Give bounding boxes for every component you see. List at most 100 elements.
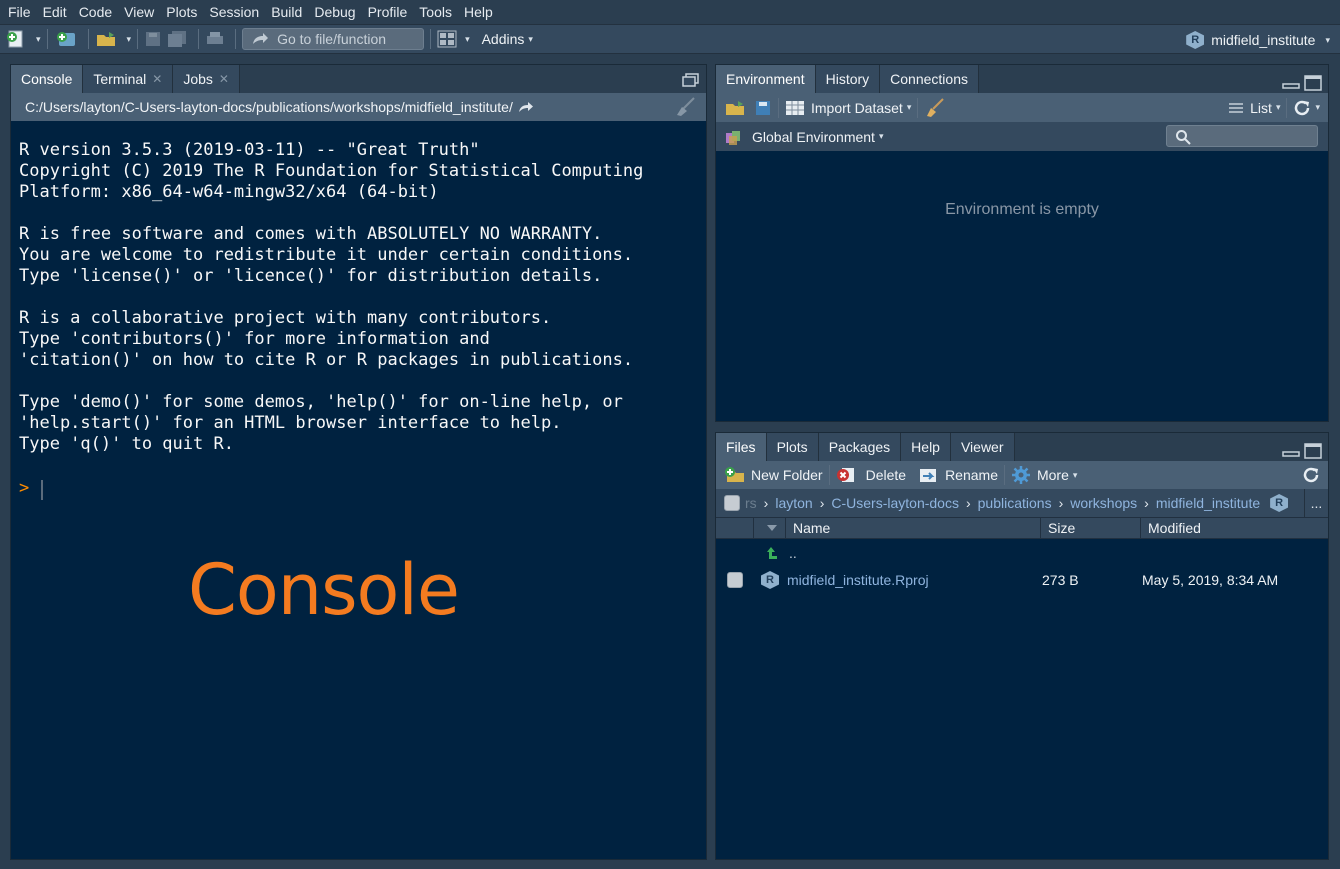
- addins-menu[interactable]: Addins: [482, 31, 525, 47]
- refresh-dropdown-icon[interactable]: ▾: [1315, 102, 1320, 113]
- breadcrumb-item[interactable]: publications: [978, 495, 1052, 511]
- files-pane: Files Plots Packages Help Viewer New Fol…: [715, 432, 1329, 860]
- working-directory-path[interactable]: C:/Users/layton/C-Users-layton-docs/publ…: [25, 99, 513, 115]
- menu-edit[interactable]: Edit: [37, 4, 73, 20]
- environment-search-input[interactable]: [1166, 125, 1318, 147]
- breadcrumb-separator-icon: ›: [819, 495, 825, 511]
- addins-dropdown-icon[interactable]: ▾: [528, 34, 533, 45]
- tab-plots[interactable]: Plots: [766, 433, 819, 461]
- minimize-pane-icon[interactable]: [1282, 75, 1300, 89]
- refresh-icon[interactable]: [1293, 99, 1311, 117]
- tab-help-label: Help: [911, 439, 940, 455]
- menu-code[interactable]: Code: [73, 4, 118, 20]
- menu-build[interactable]: Build: [265, 4, 308, 20]
- file-name-link[interactable]: midfield_institute.Rproj: [787, 572, 1042, 588]
- refresh-files-icon[interactable]: [1302, 466, 1320, 484]
- menu-profile[interactable]: Profile: [362, 4, 414, 20]
- goto-file-function-input[interactable]: Go to file/function: [242, 28, 425, 50]
- tab-plots-label: Plots: [776, 439, 808, 455]
- maximize-pane-icon[interactable]: [1304, 443, 1322, 459]
- delete-label: Delete: [865, 467, 907, 483]
- open-file-icon[interactable]: [95, 28, 119, 50]
- close-icon[interactable]: ✕: [152, 72, 162, 86]
- delete-button[interactable]: Delete: [836, 466, 906, 484]
- new-file-icon[interactable]: [6, 28, 28, 50]
- column-modified[interactable]: Modified: [1141, 518, 1328, 538]
- new-project-icon[interactable]: [54, 28, 78, 50]
- close-icon[interactable]: ✕: [219, 72, 229, 86]
- breadcrumb-item[interactable]: workshops: [1070, 495, 1137, 511]
- tab-console[interactable]: Console: [11, 65, 84, 93]
- tab-history-label: History: [825, 71, 870, 87]
- project-menu[interactable]: R midfield_institute ▾: [1186, 25, 1330, 55]
- tab-environment[interactable]: Environment: [716, 65, 816, 93]
- file-modified: May 5, 2019, 8:34 AM: [1142, 572, 1279, 588]
- more-menu-button[interactable]: More ▾: [1011, 465, 1077, 485]
- minimize-pane-icon[interactable]: [1282, 443, 1300, 457]
- global-environment-selector[interactable]: Global Environment: [752, 129, 875, 145]
- new-folder-button[interactable]: New Folder: [724, 466, 823, 484]
- files-table-header: Name Size Modified: [716, 517, 1328, 539]
- tab-viewer[interactable]: Viewer: [950, 433, 1015, 461]
- tab-connections[interactable]: Connections: [880, 65, 979, 93]
- rename-icon: [920, 469, 937, 482]
- tab-jobs[interactable]: Jobs ✕: [173, 65, 240, 93]
- breadcrumb-item[interactable]: midfield_institute: [1156, 495, 1260, 511]
- rename-button[interactable]: Rename: [918, 466, 998, 484]
- clear-workspace-broom-icon[interactable]: [924, 97, 946, 118]
- console-input-cursor[interactable]: [41, 480, 43, 500]
- menu-help[interactable]: Help: [458, 4, 499, 20]
- environment-tabs: Environment History Connections: [716, 65, 1328, 93]
- list-view-dropdown-icon[interactable]: ▾: [1276, 102, 1281, 113]
- print-icon[interactable]: [205, 28, 225, 50]
- project-label: midfield_institute: [1211, 32, 1316, 48]
- sort-icon[interactable]: [754, 518, 786, 538]
- menu-file[interactable]: File: [2, 4, 37, 20]
- list-view-toggle[interactable]: List: [1250, 100, 1272, 116]
- tab-files-label: Files: [726, 439, 756, 455]
- save-all-icon[interactable]: [166, 28, 188, 50]
- column-name[interactable]: Name: [786, 518, 1041, 538]
- tab-terminal[interactable]: Terminal ✕: [83, 65, 174, 93]
- parent-directory-link[interactable]: ..: [789, 545, 797, 561]
- r-project-icon[interactable]: R: [1270, 494, 1289, 512]
- pane-layout-dropdown-icon[interactable]: ▾: [465, 34, 470, 45]
- menu-session[interactable]: Session: [203, 4, 265, 20]
- clear-console-broom-icon[interactable]: [674, 97, 698, 117]
- tab-history[interactable]: History: [815, 65, 881, 93]
- breadcrumb-item[interactable]: C-Users-layton-docs: [831, 495, 959, 511]
- breadcrumb-item[interactable]: layton: [775, 495, 812, 511]
- maximize-pane-icon[interactable]: [1304, 75, 1322, 91]
- import-dataset-button[interactable]: Import Dataset: [811, 100, 903, 116]
- save-icon[interactable]: [144, 28, 162, 50]
- menu-debug[interactable]: Debug: [308, 4, 361, 20]
- more-path-button[interactable]: ...: [1304, 489, 1328, 517]
- import-dataset-icon[interactable]: [785, 100, 805, 116]
- environment-scope-dropdown-icon[interactable]: ▾: [879, 131, 884, 142]
- row-checkbox[interactable]: [727, 572, 743, 588]
- load-workspace-icon[interactable]: [724, 98, 748, 118]
- open-file-dropdown-icon[interactable]: ▾: [127, 34, 132, 45]
- import-dataset-dropdown-icon[interactable]: ▾: [907, 102, 912, 113]
- go-to-directory-icon[interactable]: [518, 101, 534, 113]
- tab-files[interactable]: Files: [716, 433, 767, 461]
- select-all-checkbox[interactable]: [724, 495, 740, 511]
- menu-plots[interactable]: Plots: [160, 4, 203, 20]
- up-arrow-icon: [767, 547, 777, 559]
- goto-placeholder: Go to file/function: [277, 31, 387, 47]
- tab-help[interactable]: Help: [901, 433, 951, 461]
- tab-packages-label: Packages: [828, 439, 891, 455]
- new-file-dropdown-icon[interactable]: ▾: [36, 34, 41, 45]
- breadcrumb-home[interactable]: rs: [745, 495, 757, 511]
- table-row[interactable]: R midfield_institute.Rproj 273 B May 5, …: [716, 566, 1328, 594]
- tab-packages[interactable]: Packages: [818, 433, 902, 461]
- project-dropdown-icon: ▾: [1325, 34, 1330, 45]
- parent-directory-row[interactable]: ..: [716, 539, 1328, 567]
- restore-pane-icon[interactable]: [682, 73, 700, 87]
- save-workspace-icon[interactable]: [754, 99, 772, 117]
- pane-layout-icon[interactable]: [437, 28, 457, 50]
- menu-view[interactable]: View: [118, 4, 160, 20]
- menu-tools[interactable]: Tools: [413, 4, 458, 20]
- more-dropdown-icon: ▾: [1072, 469, 1078, 480]
- column-size[interactable]: Size: [1041, 518, 1141, 538]
